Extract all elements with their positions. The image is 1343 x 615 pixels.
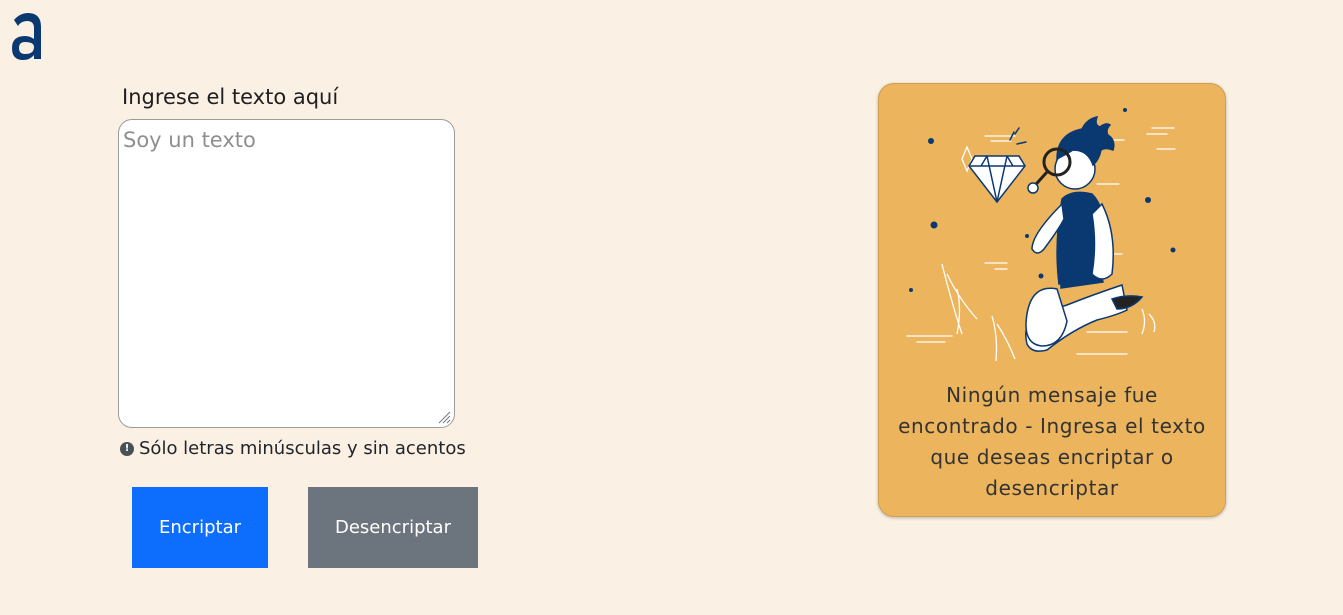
exclamation-circle-icon: ! xyxy=(120,441,134,456)
no-message-text: Ningún mensaje fue encontrado - Ingresa … xyxy=(898,383,1206,500)
resize-handle-icon[interactable] xyxy=(437,410,451,424)
person-with-magnifying-glass-illustration xyxy=(906,108,1176,362)
text-input[interactable] xyxy=(118,119,455,428)
input-hint: ! Sólo letras minúsculas y sin acentos xyxy=(120,438,466,459)
encrypt-button[interactable]: Encriptar xyxy=(132,487,268,568)
input-label: Ingrese el texto aquí xyxy=(122,85,339,109)
decrypt-button[interactable]: Desencriptar xyxy=(308,487,478,568)
hint-text: Sólo letras minúsculas y sin acentos xyxy=(139,438,466,459)
output-card: Ningún mensaje fue encontrado - Ingresa … xyxy=(878,83,1226,517)
logo-icon xyxy=(12,13,41,60)
